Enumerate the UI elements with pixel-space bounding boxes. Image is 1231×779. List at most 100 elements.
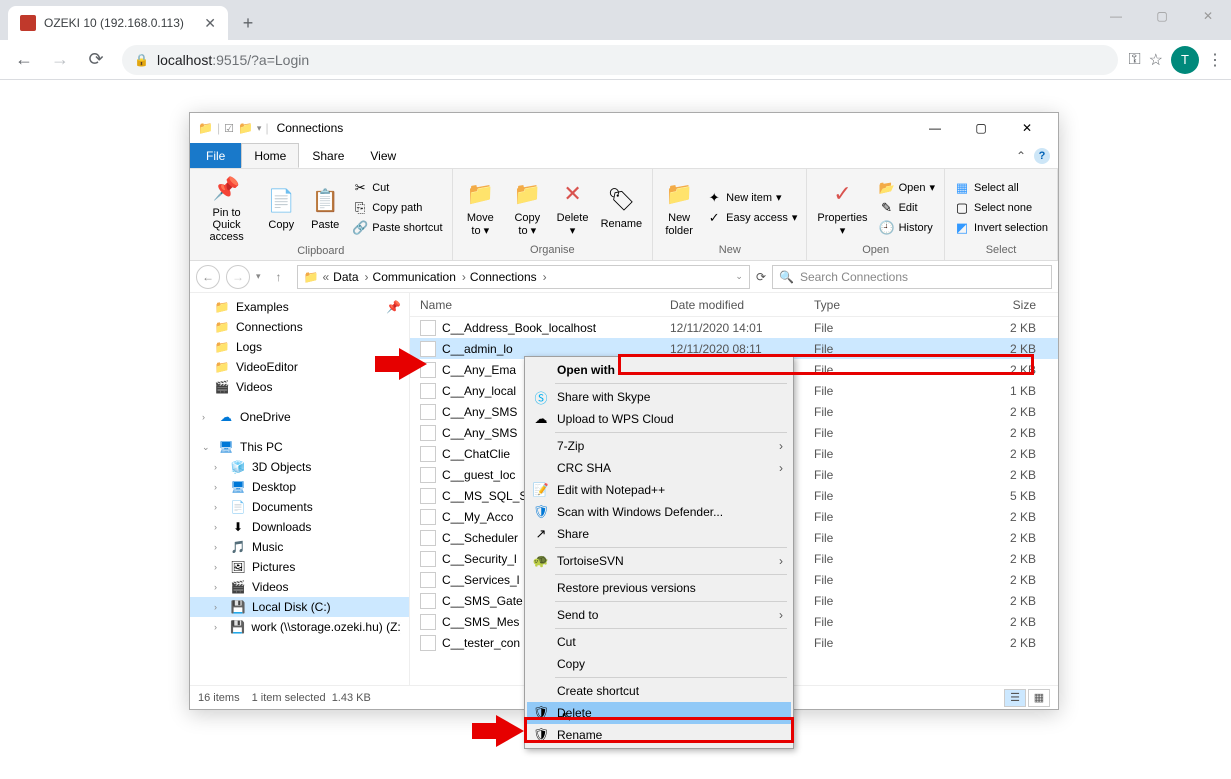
properties-button[interactable]: ✓Properties ▾ — [813, 176, 871, 238]
view-large-icons-button[interactable]: ▦ — [1028, 689, 1050, 707]
folder-icon: 📁 — [214, 339, 230, 355]
nav-up-button[interactable]: ↑ — [267, 265, 291, 289]
ctx-send-to[interactable]: Send to› — [527, 604, 791, 626]
qat-dropdown-icon[interactable]: ▾ — [257, 123, 262, 134]
ctx-cut[interactable]: Cut — [527, 631, 791, 653]
key-icon[interactable]: ⚿ — [1128, 51, 1140, 69]
cut-button[interactable]: ✂Cut — [349, 179, 445, 197]
nav-item-desktop[interactable]: ›🖥Desktop — [190, 477, 409, 497]
nav-item-localdisk[interactable]: ›💾Local Disk (C:) — [190, 597, 409, 617]
pin-to-quick-access-button[interactable]: 📌Pin to Quick access — [196, 171, 257, 245]
ctx-scan-defender[interactable]: 🛡Scan with Windows Defender... — [527, 501, 791, 523]
ctx-create-shortcut[interactable]: Create shortcut — [527, 680, 791, 702]
ctx-copy[interactable]: Copy — [527, 653, 791, 675]
nav-item-videos[interactable]: ›🎬Videos — [190, 577, 409, 597]
select-all-button[interactable]: ▦Select all — [951, 179, 1051, 197]
column-type[interactable]: Type — [814, 298, 930, 312]
browser-close-button[interactable]: ✕ — [1185, 0, 1231, 32]
reload-button[interactable]: ⟳ — [80, 44, 112, 76]
browser-maximize-button[interactable]: ▢ — [1139, 0, 1185, 32]
address-bar[interactable]: 🔒 localhost:9515/?a=Login — [122, 45, 1118, 75]
move-to-button[interactable]: 📁Move to ▾ — [459, 176, 502, 238]
column-size[interactable]: Size — [930, 298, 1058, 312]
ctx-delete[interactable]: 🛡Delete↖ — [527, 702, 791, 724]
file-row[interactable]: C__Address_Book_localhost12/11/2020 14:0… — [410, 317, 1058, 338]
notepad-icon: 📝 — [531, 481, 551, 499]
help-icon[interactable]: ? — [1034, 148, 1050, 164]
ctx-tortoisesvn[interactable]: 🐢TortoiseSVN› — [527, 550, 791, 572]
back-button[interactable]: ← — [8, 44, 40, 76]
nav-item-thispc[interactable]: ⌄🖥This PC — [190, 437, 409, 457]
tab-share[interactable]: Share — [299, 143, 357, 168]
explorer-minimize-button[interactable]: — — [912, 113, 958, 143]
nav-item-connections[interactable]: 📁Connections — [190, 317, 409, 337]
breadcrumb[interactable]: 📁 « Data Communication Connections ⌄ — [297, 265, 750, 289]
nav-item-examples[interactable]: 📁Examples📌 — [190, 297, 409, 317]
invert-selection-button[interactable]: ◩Invert selection — [951, 219, 1051, 237]
nav-item-downloads[interactable]: ›⬇Downloads — [190, 517, 409, 537]
explorer-titlebar[interactable]: 📁 | ☑ 📁 ▾ | Connections — ▢ ✕ — [190, 113, 1058, 143]
browser-tab[interactable]: OZEKI 10 (192.168.0.113) ✕ — [8, 6, 228, 40]
nav-item-logs[interactable]: 📁Logs — [190, 337, 409, 357]
breadcrumb-segment[interactable]: Connections — [470, 270, 547, 284]
ctx-open-with[interactable]: Open with — [527, 359, 791, 381]
tab-view[interactable]: View — [357, 143, 409, 168]
browser-minimize-button[interactable]: — — [1093, 0, 1139, 32]
open-button[interactable]: 📂Open ▾ — [876, 179, 938, 197]
nav-forward-button[interactable]: → — [226, 265, 250, 289]
bookmark-star-icon[interactable]: ☆ — [1149, 50, 1163, 70]
search-input[interactable]: 🔍 Search Connections — [772, 265, 1052, 289]
navigation-pane[interactable]: 📁Examples📌 📁Connections 📁Logs 📁VideoEdit… — [190, 293, 410, 685]
profile-avatar[interactable]: T — [1171, 46, 1199, 74]
paste-shortcut-button[interactable]: 🔗Paste shortcut — [349, 219, 445, 237]
nav-back-button[interactable]: ← — [196, 265, 220, 289]
new-folder-button[interactable]: 📁New folder — [659, 176, 699, 238]
delete-button[interactable]: ✕Delete ▾ — [553, 176, 593, 238]
nav-item-work[interactable]: ›💾work (\\storage.ozeki.hu) (Z:) — [190, 617, 409, 637]
ctx-rename[interactable]: 🛡Rename — [527, 724, 791, 746]
breadcrumb-segment[interactable]: Data — [333, 270, 368, 284]
view-details-button[interactable]: ☰ — [1004, 689, 1026, 707]
edit-button[interactable]: ✎Edit — [876, 199, 938, 217]
recent-locations-icon[interactable]: ▾ — [256, 271, 261, 282]
refresh-button[interactable]: ⟳ — [756, 270, 766, 284]
select-none-button[interactable]: ▢Select none — [951, 199, 1051, 217]
paste-button[interactable]: 📋Paste — [305, 183, 345, 233]
ctx-share[interactable]: ↗Share — [527, 523, 791, 545]
nav-item-documents[interactable]: ›📄Documents — [190, 497, 409, 517]
rename-button[interactable]: 🏷Rename — [597, 182, 647, 232]
ctx-7zip[interactable]: 7-Zip› — [527, 435, 791, 457]
file-menu[interactable]: File — [190, 143, 241, 168]
ctx-restore-versions[interactable]: Restore previous versions — [527, 577, 791, 599]
ctx-edit-notepad[interactable]: 📝Edit with Notepad++ — [527, 479, 791, 501]
copy-path-button[interactable]: ⎘Copy path — [349, 199, 445, 217]
explorer-maximize-button[interactable]: ▢ — [958, 113, 1004, 143]
nav-item-3dobjects[interactable]: ›🧊3D Objects — [190, 457, 409, 477]
nav-item-videos[interactable]: 🎬Videos — [190, 377, 409, 397]
ctx-crc-sha[interactable]: CRC SHA› — [527, 457, 791, 479]
column-date[interactable]: Date modified — [670, 298, 814, 312]
annotation-arrow — [399, 348, 427, 380]
history-button[interactable]: 🕘History — [876, 219, 938, 237]
nav-item-music[interactable]: ›🎵Music — [190, 537, 409, 557]
tab-close-icon[interactable]: ✕ — [204, 15, 216, 32]
qat-check-icon[interactable]: ☑ — [224, 122, 234, 135]
chevron-down-icon[interactable]: ⌄ — [735, 271, 743, 282]
copy-button[interactable]: 📄Copy — [261, 183, 301, 233]
explorer-close-button[interactable]: ✕ — [1004, 113, 1050, 143]
new-item-button[interactable]: ✦New item ▾ — [703, 189, 800, 207]
ctx-share-skype[interactable]: ⓈShare with Skype — [527, 386, 791, 408]
forward-button[interactable]: → — [44, 44, 76, 76]
ctx-upload-wps[interactable]: ☁Upload to WPS Cloud — [527, 408, 791, 430]
easy-access-button[interactable]: ✓Easy access ▾ — [703, 209, 800, 227]
new-tab-button[interactable]: + — [234, 9, 262, 37]
nav-item-onedrive[interactable]: ›☁OneDrive — [190, 407, 409, 427]
browser-menu-icon[interactable]: ⋮ — [1207, 50, 1223, 70]
column-name[interactable]: Name — [410, 298, 670, 312]
copy-to-button[interactable]: 📁Copy to ▾ — [506, 176, 549, 238]
breadcrumb-segment[interactable]: Communication — [373, 270, 466, 284]
ribbon-collapse-icon[interactable]: ⌃ — [1016, 149, 1026, 163]
column-headers[interactable]: Name Date modified Type Size — [410, 293, 1058, 317]
tab-home[interactable]: Home — [241, 143, 299, 168]
nav-item-pictures[interactable]: ›🖼Pictures — [190, 557, 409, 577]
